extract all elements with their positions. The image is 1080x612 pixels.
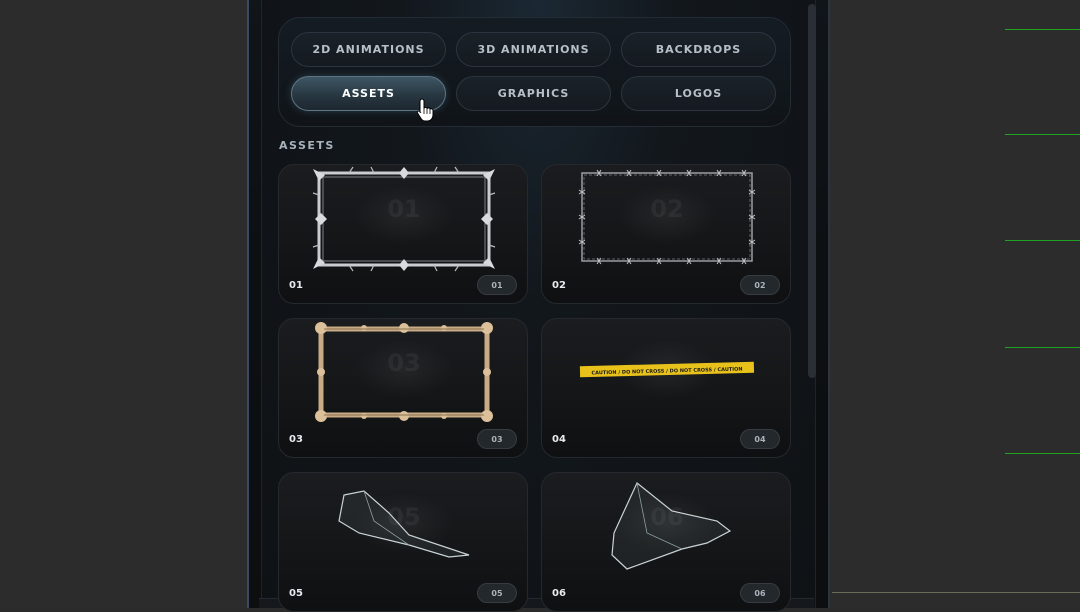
tab-graphics[interactable]: GRAPHICS xyxy=(456,76,611,111)
tab-2d-animations[interactable]: 2D ANIMATIONS xyxy=(291,32,446,67)
asset-label: 03 xyxy=(289,434,303,445)
guide-line xyxy=(1005,347,1080,348)
asset-label: 05 xyxy=(289,588,303,599)
bone-frame-icon xyxy=(315,322,493,422)
guide-line xyxy=(1005,240,1080,241)
barbed-wire-frame-icon xyxy=(578,169,756,265)
caution-tape-icon: CAUTION / DO NOT CROSS / DO NOT CROSS / … xyxy=(579,361,755,378)
asset-card-03[interactable]: 03 03 03 xyxy=(278,318,528,458)
scrollbar-thumb[interactable] xyxy=(808,4,816,378)
guide-line xyxy=(1005,29,1080,30)
asset-card-04[interactable]: CAUTION / DO NOT CROSS / DO NOT CROSS / … xyxy=(541,318,791,458)
asset-label: 01 xyxy=(289,280,303,291)
glass-shard-icon xyxy=(338,490,470,558)
asset-label: 06 xyxy=(552,588,566,599)
glass-shard-icon xyxy=(611,482,732,570)
asset-label: 02 xyxy=(552,280,566,291)
guide-line xyxy=(1005,134,1080,135)
section-title: ASSETS xyxy=(279,139,335,152)
asset-card-06[interactable]: 06 06 06 xyxy=(541,472,791,612)
tab-backdrops[interactable]: BACKDROPS xyxy=(621,32,776,67)
asset-label: 04 xyxy=(552,434,566,445)
asset-badge[interactable]: 05 xyxy=(477,583,517,603)
asset-badge[interactable]: 02 xyxy=(740,275,780,295)
asset-card-05[interactable]: 05 05 05 xyxy=(278,472,528,612)
asset-badge[interactable]: 04 xyxy=(740,429,780,449)
guide-line xyxy=(1005,453,1080,454)
silver-thorn-frame-icon xyxy=(312,166,496,272)
asset-badge[interactable]: 06 xyxy=(740,583,780,603)
tab-logos[interactable]: LOGOS xyxy=(621,76,776,111)
asset-card-02[interactable]: 02 02 02 xyxy=(541,164,791,304)
guide-line xyxy=(832,592,1080,593)
hand-cursor-icon xyxy=(416,98,434,122)
asset-card-01[interactable]: 01 01 01 xyxy=(278,164,528,304)
asset-badge[interactable]: 01 xyxy=(477,275,517,295)
asset-badge[interactable]: 03 xyxy=(477,429,517,449)
tab-3d-animations[interactable]: 3D ANIMATIONS xyxy=(456,32,611,67)
